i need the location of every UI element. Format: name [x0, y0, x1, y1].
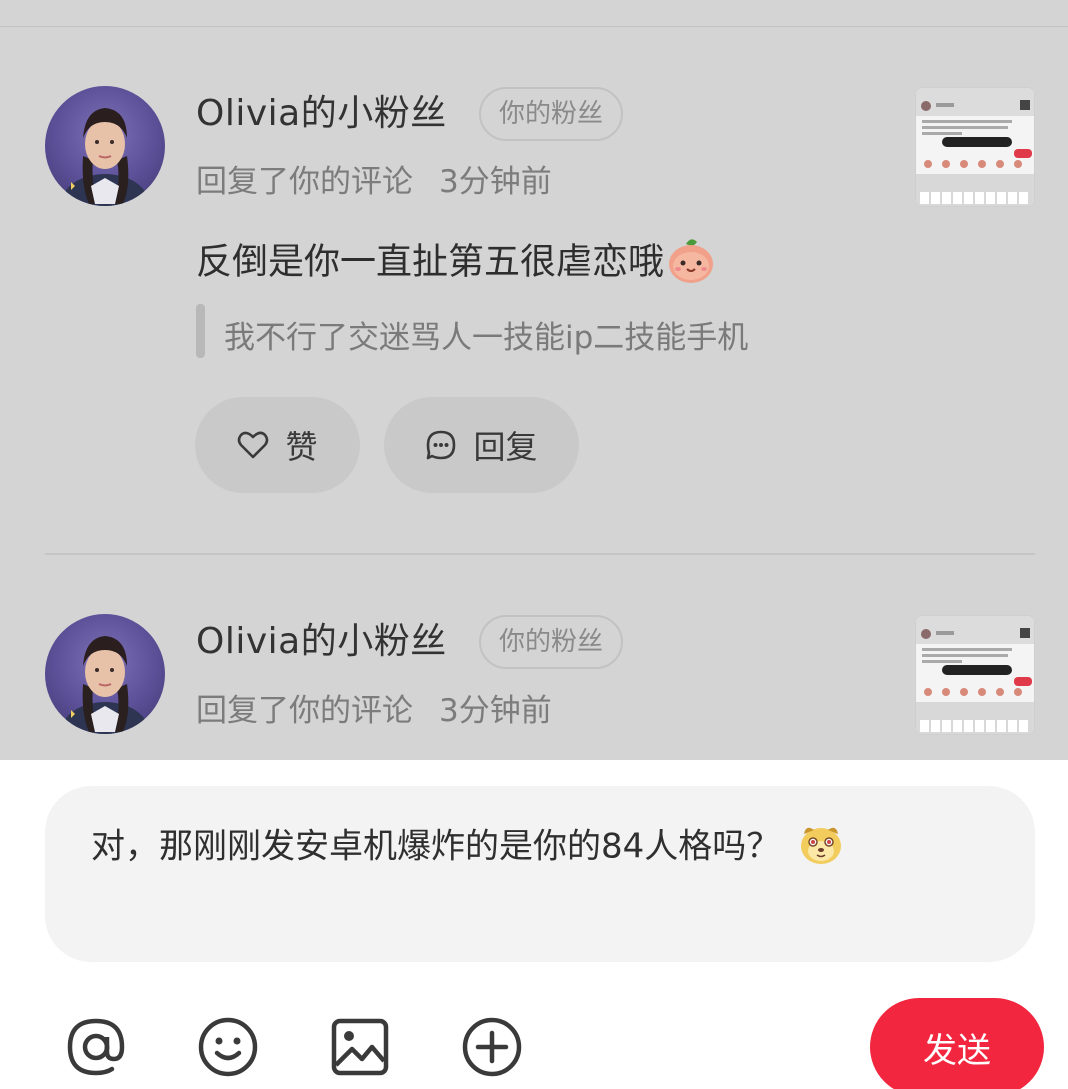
reply-label: 回复: [473, 428, 538, 466]
notification-list: Olivia的小粉丝 你的粉丝 回复了你的评论 3分钟前 反倒是你一直扯第五很虐恋…: [0, 0, 1068, 760]
action-text: 回复了你的评论: [196, 164, 413, 200]
fan-badge: 你的粉丝: [479, 615, 624, 669]
user-name[interactable]: Olivia的小粉丝: [196, 624, 447, 660]
post-thumbnail[interactable]: [915, 87, 1035, 207]
avatar[interactable]: [45, 86, 165, 206]
heart-icon: [237, 430, 269, 460]
divider: [0, 26, 1068, 27]
timestamp: 3分钟前: [439, 164, 552, 200]
add-icon[interactable]: [460, 1015, 524, 1079]
quoted-comment: 我不行了交迷骂人一技能ip二技能手机: [196, 304, 876, 358]
fan-badge: 你的粉丝: [479, 87, 624, 141]
comment-content: 反倒是你一直扯第五很虐恋哦: [196, 241, 665, 283]
dog-emoji-icon: [798, 820, 844, 876]
peach-emoji-icon: [666, 236, 716, 291]
image-icon[interactable]: [328, 1015, 392, 1079]
reply-input-text[interactable]: 对，那刚刚发安卓机爆炸的是你的84人格吗？: [91, 820, 844, 876]
quote-bar: [196, 304, 205, 358]
meta: 回复了你的评论 3分钟前: [196, 696, 552, 727]
comment-text: 反倒是你一直扯第五很虐恋哦: [196, 236, 716, 291]
avatar[interactable]: [45, 614, 165, 734]
emoji-icon[interactable]: [196, 1015, 260, 1079]
comment-bubble-icon: [425, 429, 457, 461]
like-button[interactable]: 赞: [195, 397, 360, 493]
reply-button[interactable]: 回复: [384, 397, 579, 493]
send-button[interactable]: 发送: [870, 998, 1044, 1089]
action-text: 回复了你的评论: [196, 693, 413, 729]
reply-input[interactable]: 对，那刚刚发安卓机爆炸的是你的84人格吗？: [45, 786, 1035, 962]
divider: [45, 553, 1035, 555]
meta: 回复了你的评论 3分钟前: [196, 167, 552, 198]
post-thumbnail[interactable]: [915, 615, 1035, 735]
quoted-text: 我不行了交迷骂人一技能ip二技能手机: [224, 320, 749, 356]
quote-fade: [816, 304, 876, 344]
like-label: 赞: [285, 428, 318, 466]
at-icon[interactable]: [64, 1015, 128, 1079]
reply-input-value: 对，那刚刚发安卓机爆炸的是你的84人格吗？: [91, 826, 781, 867]
timestamp: 3分钟前: [439, 693, 552, 729]
reply-composer: 对，那刚刚发安卓机爆炸的是你的84人格吗？ 发送: [0, 760, 1068, 1089]
user-name[interactable]: Olivia的小粉丝: [196, 96, 447, 132]
